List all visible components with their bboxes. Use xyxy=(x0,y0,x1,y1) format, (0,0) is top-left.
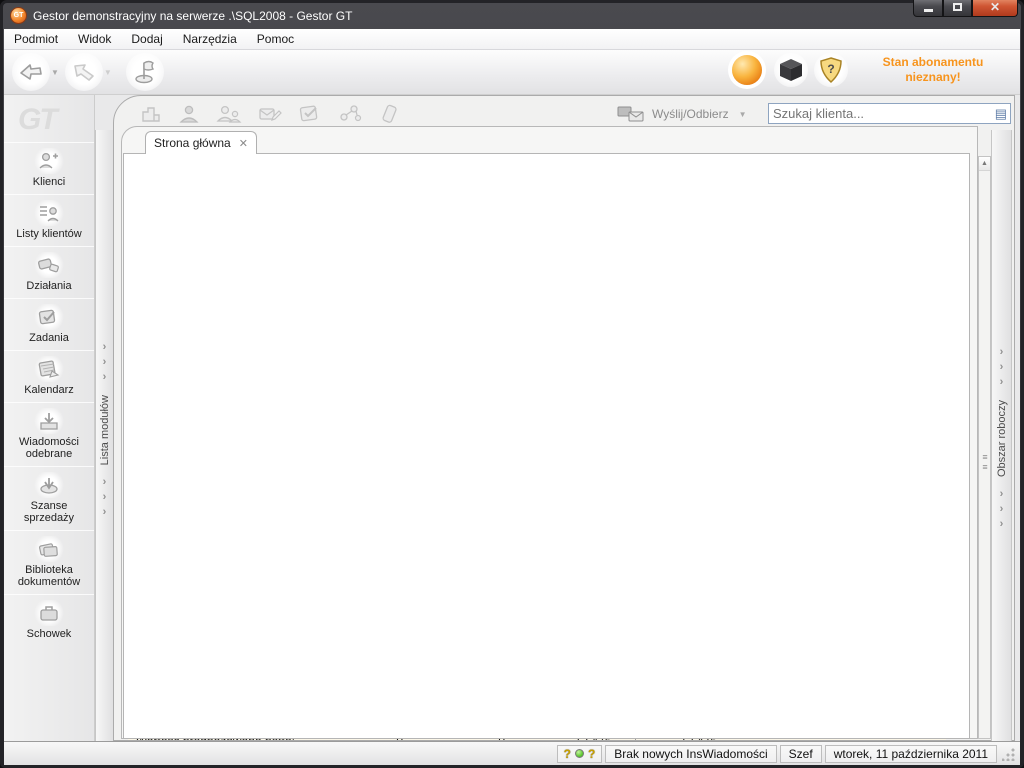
title-bar[interactable]: GT Gestor demonstracyjny na serwerze .\S… xyxy=(4,2,1020,29)
tab-label: Strona główna xyxy=(154,136,231,150)
tab-strona-glowna[interactable]: Strona główna ✕ xyxy=(145,131,257,154)
sidebar-item-schowek[interactable]: Schowek xyxy=(4,594,94,646)
main-toolbar: ▼ ▼ xyxy=(4,50,1020,95)
sidebar-item-szanse[interactable]: Szanse sprzedaży xyxy=(4,466,94,530)
home-page-card xyxy=(123,153,970,739)
shield-question-icon: ? xyxy=(819,57,843,84)
sales-chances-icon xyxy=(34,472,64,498)
tasks-icon xyxy=(34,304,64,330)
menu-podmiot[interactable]: Podmiot xyxy=(4,30,68,48)
send-receive-label: Wyślij/Odbierz xyxy=(652,107,729,121)
menu-bar: Podmiot Widok Dodaj Narzędzia Pomoc xyxy=(4,29,1020,50)
forward-dropdown-icon[interactable]: ▼ xyxy=(104,68,112,77)
relations-icon[interactable] xyxy=(338,103,364,125)
app-icon: GT xyxy=(10,7,27,24)
sidebar-item-dzialania[interactable]: Działania xyxy=(4,246,94,298)
maximize-button[interactable] xyxy=(943,0,972,17)
documents-library-icon xyxy=(34,536,64,562)
date-status: wtorek, 11 października 2011 xyxy=(825,745,997,763)
back-button[interactable] xyxy=(12,53,50,91)
search-input[interactable] xyxy=(769,106,995,121)
search-list-icon[interactable]: ▤ xyxy=(995,106,1010,122)
menu-dodaj[interactable]: Dodaj xyxy=(121,30,172,48)
menu-narzedzia[interactable]: Narzędzia xyxy=(173,30,247,48)
calendar-icon xyxy=(34,356,64,382)
chevron-right-icon[interactable]: ››› xyxy=(103,475,107,520)
chevron-right-icon[interactable]: ››› xyxy=(1000,487,1004,532)
window-title: Gestor demonstracyjny na serwerze .\SQL2… xyxy=(33,9,352,23)
module-sidebar: GT Klienci Listy klientów Działania Zada… xyxy=(4,95,95,741)
minimize-button[interactable] xyxy=(913,0,943,17)
modules-strip-label: Lista modułów xyxy=(99,395,111,465)
inbox-icon xyxy=(34,408,64,434)
task-check-icon[interactable] xyxy=(298,103,322,125)
modules-strip[interactable]: ››› Lista modułów ››› xyxy=(95,130,114,741)
flag-icon xyxy=(132,59,158,85)
close-button[interactable]: ✕ xyxy=(972,0,1018,17)
chevron-right-icon[interactable]: ››› xyxy=(1000,345,1004,390)
sidebar-item-kalendarz[interactable]: Kalendarz xyxy=(4,350,94,402)
send-receive-button[interactable]: Wyślij/Odbierz ▼ xyxy=(617,104,753,124)
back-dropdown-icon[interactable]: ▼ xyxy=(51,68,59,77)
activities-icon xyxy=(34,252,64,278)
content-scrollbar[interactable]: ▲ ≡≡ xyxy=(978,156,991,739)
send-receive-dropdown-icon[interactable]: ▼ xyxy=(739,110,747,119)
cube-icon xyxy=(778,57,804,83)
client-icon[interactable] xyxy=(178,103,200,125)
cube-button[interactable] xyxy=(774,53,808,87)
workspace-strip[interactable]: ››› Obszar roboczy ››› xyxy=(991,130,1012,741)
maximize-icon xyxy=(953,3,962,11)
company-icon[interactable] xyxy=(140,103,162,125)
user-status: Szef xyxy=(780,745,822,763)
clients-icon xyxy=(34,148,64,174)
minimize-icon xyxy=(924,9,933,12)
shield-button[interactable]: ? xyxy=(814,53,848,87)
flag-button[interactable] xyxy=(126,53,164,91)
tab-close-icon[interactable]: ✕ xyxy=(239,137,248,150)
scroll-up-icon[interactable]: ▲ xyxy=(979,157,990,171)
connection-status-icon xyxy=(575,749,584,758)
phone-icon[interactable] xyxy=(380,103,404,125)
sidebar-item-klienci[interactable]: Klienci xyxy=(4,142,94,194)
back-arrow-icon xyxy=(18,61,44,83)
client-search[interactable]: ▤ xyxy=(768,103,1011,124)
chevron-right-icon[interactable]: ››› xyxy=(103,340,107,385)
messages-status: Brak nowych InsWiadomości xyxy=(605,745,776,763)
workspace-strip-label: Obszar roboczy xyxy=(996,400,1008,477)
subscription-status: Stan abonamentu nieznany! xyxy=(854,55,1012,85)
status-icons: ? ? xyxy=(557,745,603,763)
sidebar-item-wiadomosci[interactable]: Wiadomości odebrane xyxy=(4,402,94,466)
close-icon: ✕ xyxy=(990,0,1000,14)
clipboard-case-icon xyxy=(34,600,64,626)
help-status-icon[interactable]: ? xyxy=(586,747,597,761)
forward-arrow-icon xyxy=(71,61,97,83)
send-receive-icon xyxy=(617,104,647,124)
insert-sphere-icon[interactable] xyxy=(732,55,762,85)
sidebar-item-zadania[interactable]: Zadania xyxy=(4,298,94,350)
gt-watermark: GT xyxy=(18,103,56,137)
help-status-icon[interactable]: ? xyxy=(562,747,573,761)
message-edit-icon[interactable] xyxy=(258,103,282,125)
sidebar-item-biblioteka[interactable]: Biblioteka dokumentów xyxy=(4,530,94,594)
client-list-icon xyxy=(34,200,64,226)
svg-text:?: ? xyxy=(827,62,834,76)
forward-button[interactable] xyxy=(65,53,103,91)
menu-widok[interactable]: Widok xyxy=(68,30,121,48)
clients-group-icon[interactable] xyxy=(216,103,242,125)
splitter-grip-icon[interactable]: ≡≡ xyxy=(979,452,990,472)
resize-grip[interactable] xyxy=(1002,747,1016,761)
menu-pomoc[interactable]: Pomoc xyxy=(247,30,304,48)
status-bar: ? ? Brak nowych InsWiadomości Szef wtore… xyxy=(4,741,1020,765)
sidebar-item-listy-klientow[interactable]: Listy klientów xyxy=(4,194,94,246)
